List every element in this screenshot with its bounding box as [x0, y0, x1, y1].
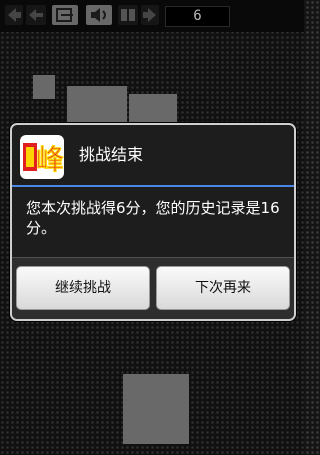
title-divider — [12, 185, 294, 187]
feng-logo-icon: 峰 — [20, 135, 64, 179]
dialog-title: 挑战结束 — [79, 145, 144, 164]
game-over-dialog: 峰 挑战结束 您本次挑战得6分，您的历史记录是16分。 继续挑战 下次再来 — [10, 123, 296, 321]
dialog-message: 您本次挑战得6分，您的历史记录是16分。 — [26, 199, 280, 237]
next-time-button[interactable]: 下次再来 — [156, 266, 290, 310]
logo-text: 峰 — [36, 143, 64, 176]
dialog-button-bar: 继续挑战 下次再来 — [12, 257, 294, 319]
dialog-header: 峰 挑战结束 — [12, 125, 294, 185]
continue-challenge-button[interactable]: 继续挑战 — [16, 266, 150, 310]
